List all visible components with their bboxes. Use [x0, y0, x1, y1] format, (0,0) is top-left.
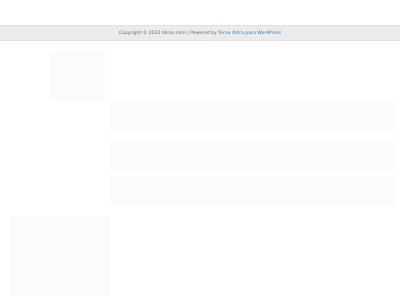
ghost-block	[110, 141, 395, 171]
blank-area	[0, 41, 400, 300]
ghost-block	[110, 101, 395, 131]
site-footer: Copyright © 2022 libros.com | Powered by…	[0, 25, 400, 41]
theme-link[interactable]: Tema Astra para WordPress	[218, 31, 281, 36]
footer-credits: Copyright © 2022 libros.com | Powered by…	[119, 31, 281, 36]
top-spacer	[0, 0, 400, 25]
page: Copyright © 2022 libros.com | Powered by…	[0, 0, 400, 300]
footer-copyright: Copyright © 2022 libros.com	[118, 30, 186, 36]
footer-separator: | Powered by	[185, 30, 219, 36]
ghost-block	[110, 176, 395, 206]
ghost-block	[10, 216, 110, 296]
ghost-block	[50, 51, 105, 101]
